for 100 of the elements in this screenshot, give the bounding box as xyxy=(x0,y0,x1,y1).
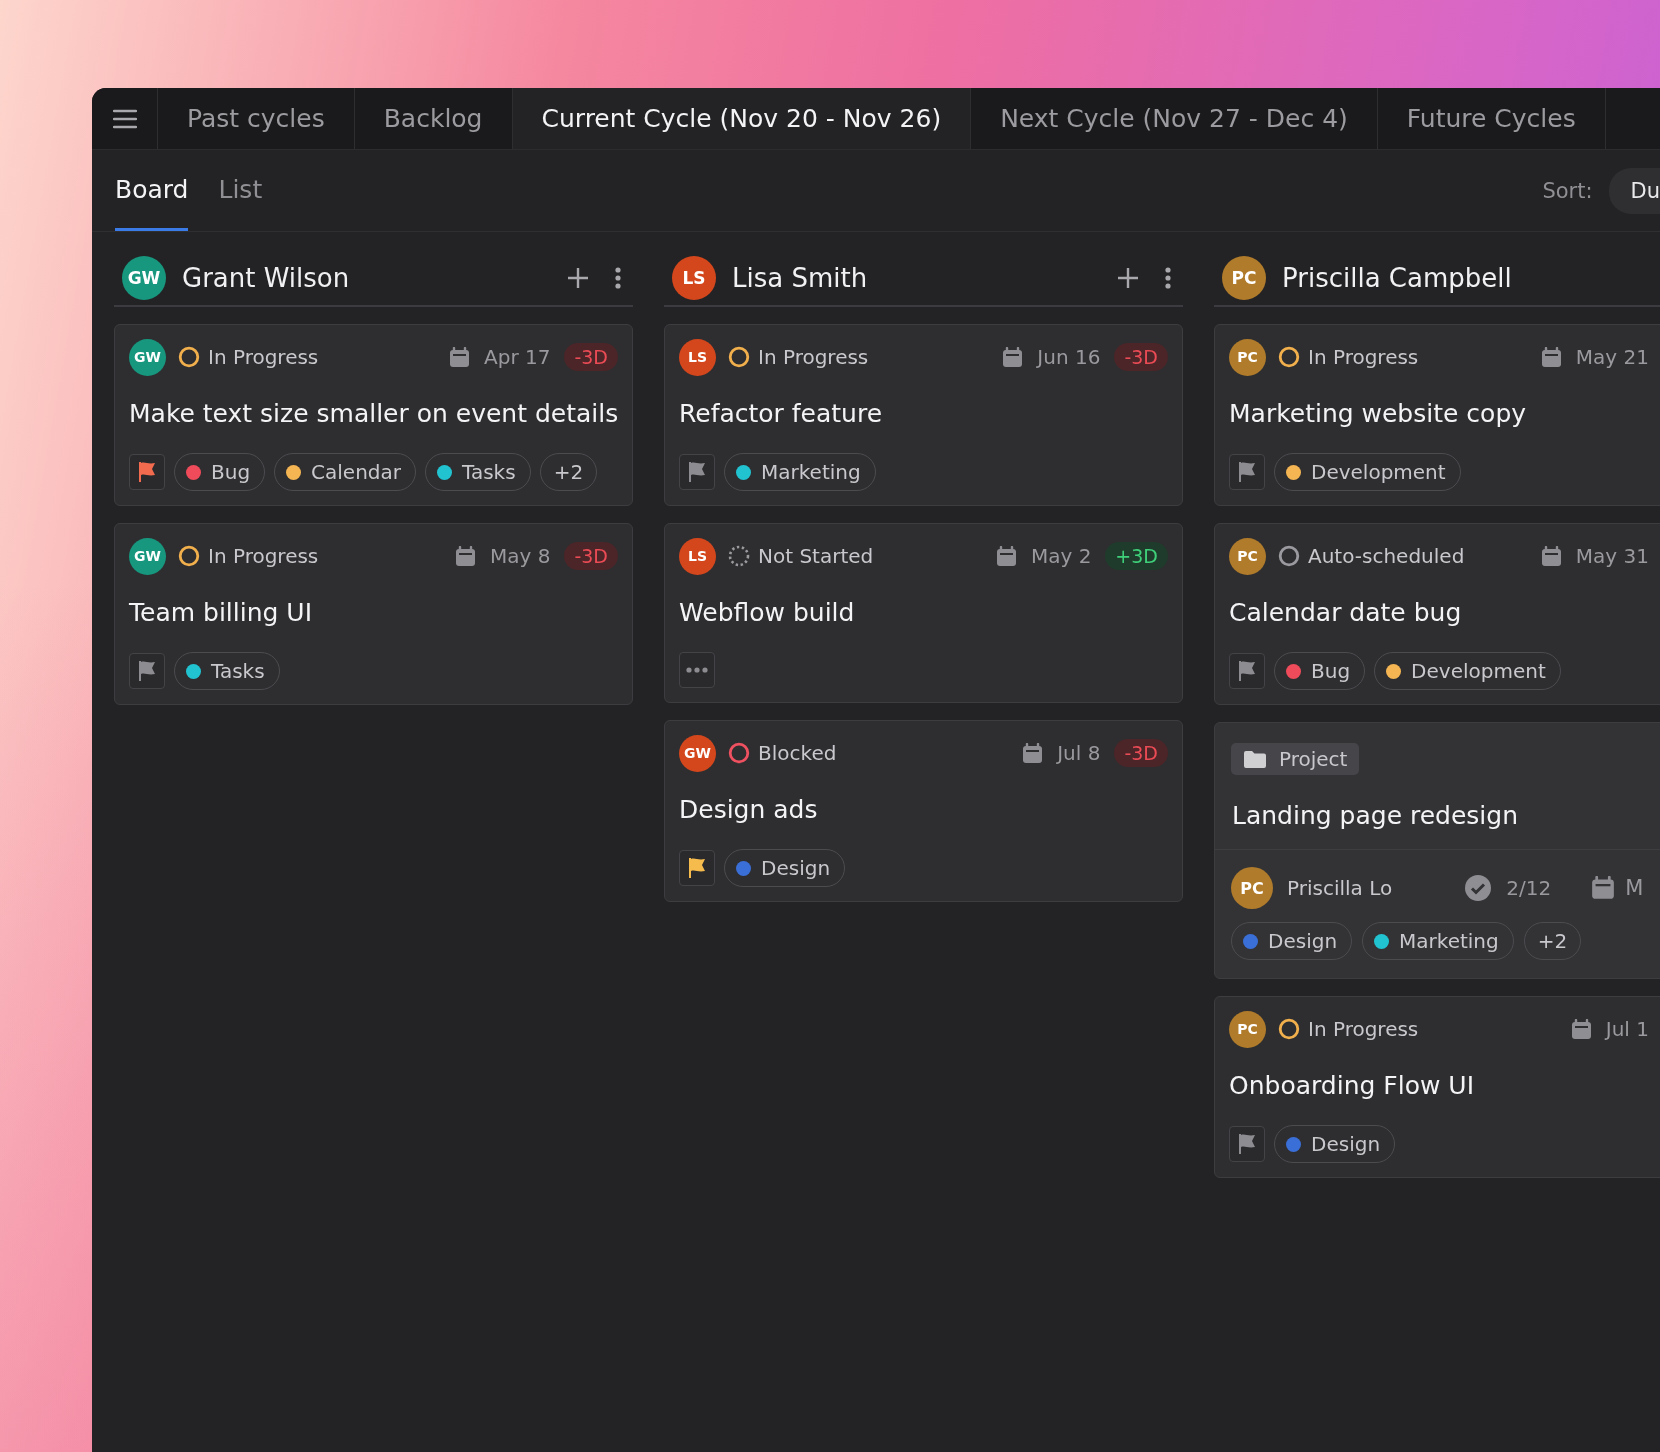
priority-button[interactable] xyxy=(679,850,715,886)
avatar: PC xyxy=(1231,867,1273,909)
task-card[interactable]: GW Blocked Jul 8 -3D Design ads Design xyxy=(664,720,1183,902)
tag-label: Bug xyxy=(1311,659,1351,683)
flag-icon xyxy=(137,461,157,483)
due-date: May 8 xyxy=(490,544,551,568)
column-title: Lisa Smith xyxy=(732,262,868,293)
priority-button[interactable] xyxy=(129,653,165,689)
add-icon[interactable] xyxy=(567,266,589,289)
date-offset-badge: -3D xyxy=(564,343,618,371)
cycle-tab[interactable]: Next Cycle (Nov 27 - Dec 4) xyxy=(971,88,1378,149)
tag-label: Design xyxy=(1311,1132,1381,1156)
date-offset-badge: -3D xyxy=(1114,739,1168,767)
view-tab[interactable]: Board xyxy=(115,150,189,231)
add-icon[interactable] xyxy=(1117,266,1139,289)
column-title: Priscilla Campbell xyxy=(1282,262,1512,293)
task-title: Webflow build xyxy=(679,598,856,628)
task-title: Refactor feature xyxy=(679,399,884,429)
priority-button[interactable] xyxy=(679,454,715,490)
task-card[interactable]: PC In Progress Jul 1 Onboarding Flow UI Design xyxy=(1214,996,1660,1178)
tag-label: Marketing xyxy=(761,460,861,484)
cycle-tab[interactable]: Backlog xyxy=(354,88,513,149)
calendar-icon xyxy=(1591,876,1616,900)
task-card[interactable]: GW In Progress Apr 17 -3D Make text size smaller on event details Bug Calendar Tasks +2 xyxy=(114,324,633,506)
calendar-icon xyxy=(1540,545,1562,567)
avatar: GW xyxy=(129,537,166,575)
tag-label: Development xyxy=(1411,659,1546,683)
calendar-icon xyxy=(455,545,476,567)
task-card[interactable]: PC In Progress May 21 Marketing website copy Development xyxy=(1214,324,1660,506)
project-card[interactable]: Project Landing page redesign PC Priscilla Lo 2/12 M Design Marketing +2 xyxy=(1214,722,1660,979)
due-date: Apr 17 xyxy=(484,345,551,369)
column-title: Grant Wilson xyxy=(182,262,350,293)
cycle-tab[interactable]: Future Cycles xyxy=(1377,88,1606,149)
status-label: In Progress xyxy=(208,345,319,369)
calendar-icon xyxy=(1570,1018,1592,1040)
flag-icon xyxy=(687,857,707,879)
task-title: Team billing UI xyxy=(129,598,313,628)
priority-button[interactable] xyxy=(129,454,165,490)
tag-label: Calendar xyxy=(311,460,402,484)
tag-label: Bug xyxy=(211,460,251,484)
more-horizontal-icon xyxy=(686,667,708,673)
task-card[interactable]: PC Auto-scheduled May 31 Calendar date bug Bug Development xyxy=(1214,523,1660,705)
view-tab[interactable]: List xyxy=(218,150,263,231)
avatar: GW xyxy=(122,255,166,300)
avatar: GW xyxy=(679,734,716,772)
project-badge-label: Project xyxy=(1279,747,1348,771)
cycle-tab[interactable]: Current Cycle (Nov 20 - Nov 26) xyxy=(512,88,972,149)
status-label: Blocked xyxy=(758,741,837,765)
avatar: PC xyxy=(1229,338,1266,376)
sort-dropdown[interactable]: Du xyxy=(1608,167,1660,214)
sort-label: Sort: xyxy=(1542,178,1593,203)
tag-label: Development xyxy=(1311,460,1446,484)
more-vertical-icon[interactable] xyxy=(1165,266,1171,289)
dashed-circle-icon xyxy=(728,545,750,567)
more-vertical-icon[interactable] xyxy=(615,266,621,289)
priority-button[interactable] xyxy=(1229,653,1265,689)
folder-icon xyxy=(1243,749,1267,769)
task-progress-count: 2/12 xyxy=(1506,876,1552,900)
calendar-icon xyxy=(1002,346,1024,368)
tag-label: Tasks xyxy=(211,659,265,683)
status-ring-icon xyxy=(728,742,750,764)
task-title: Design ads xyxy=(679,795,819,825)
avatar: LS xyxy=(672,255,716,300)
flag-icon xyxy=(687,461,707,483)
tag-label: Design xyxy=(1268,929,1338,953)
due-date: Jun 16 xyxy=(1037,345,1101,369)
avatar: LS xyxy=(679,338,716,376)
priority-button[interactable] xyxy=(1229,1126,1265,1162)
tag-label: Marketing xyxy=(1399,929,1499,953)
task-title: Calendar date bug xyxy=(1229,598,1463,628)
status-label: In Progress xyxy=(208,544,319,568)
status-ring-icon xyxy=(178,545,200,567)
cycle-tab[interactable]: Past cycles xyxy=(158,88,355,149)
task-title: Marketing website copy xyxy=(1229,399,1528,429)
status-label: Not Started xyxy=(758,544,874,568)
flag-icon xyxy=(137,660,157,682)
tag-label: Design xyxy=(761,856,831,880)
avatar: PC xyxy=(1229,537,1266,575)
due-date: May 21 xyxy=(1575,345,1649,369)
status-label: In Progress xyxy=(758,345,869,369)
due-date: M xyxy=(1625,876,1644,900)
status-label: In Progress xyxy=(1308,345,1419,369)
task-title: Make text size smaller on event details xyxy=(129,399,618,429)
calendar-icon xyxy=(449,346,470,368)
status-label: In Progress xyxy=(1308,1017,1419,1041)
task-card[interactable]: LS Not Started May 2 +3D Webflow build xyxy=(664,523,1183,703)
flag-icon xyxy=(1237,461,1257,483)
status-ring-icon xyxy=(1278,346,1300,368)
task-card[interactable]: LS In Progress Jun 16 -3D Refactor feature Marketing xyxy=(664,324,1183,506)
date-offset-badge: -3D xyxy=(564,542,618,570)
owner-name: Priscilla Lo xyxy=(1287,876,1393,900)
due-date: Jul 8 xyxy=(1057,741,1101,765)
task-card[interactable]: GW In Progress May 8 -3D Team billing UI Tasks xyxy=(114,523,633,705)
avatar: GW xyxy=(129,338,166,376)
calendar-icon xyxy=(1540,346,1562,368)
priority-button[interactable] xyxy=(1229,454,1265,490)
more-button[interactable] xyxy=(679,652,715,688)
status-ring-icon xyxy=(1278,545,1300,567)
due-date: Jul 1 xyxy=(1605,1017,1649,1041)
due-date: May 2 xyxy=(1030,544,1092,568)
